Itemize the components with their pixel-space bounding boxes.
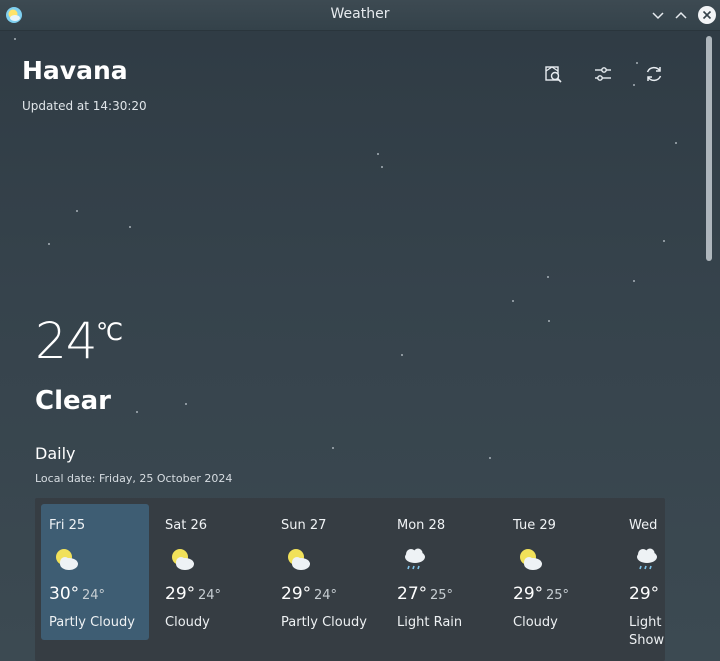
star-decoration — [633, 280, 635, 282]
day-low-temp: 25° — [546, 588, 570, 603]
star-decoration — [377, 153, 379, 155]
star-decoration — [675, 142, 677, 144]
refresh-icon[interactable] — [643, 63, 665, 85]
daily-heading: Daily — [35, 444, 76, 463]
current-temperature: 24 — [35, 312, 98, 370]
star-decoration — [48, 243, 50, 245]
day-low-temp: 25° — [430, 588, 454, 603]
star-decoration — [14, 38, 16, 40]
day-name: Wed — [629, 518, 658, 533]
day-high-temp: 29° — [629, 584, 660, 604]
partly-cloudy-icon — [520, 549, 542, 570]
star-decoration — [547, 276, 549, 278]
day-high-temp: 29° — [281, 584, 312, 604]
day-card-fri[interactable]: Fri 25 30° 24° Partly Cloudy — [41, 504, 149, 640]
local-date: Local date: Friday, 25 October 2024 — [35, 472, 233, 485]
rain-cloud-icon — [405, 548, 425, 570]
window-title: Weather — [330, 6, 390, 22]
day-high-temp: 29° — [513, 584, 544, 604]
day-name: Fri 25 — [49, 518, 86, 533]
partly-cloudy-icon — [172, 549, 194, 570]
day-name: Tue 29 — [513, 518, 556, 533]
maximize-icon[interactable] — [673, 7, 689, 23]
day-card-wed[interactable]: Wed 29° Light Show — [621, 504, 665, 648]
current-condition: Clear — [35, 386, 111, 416]
star-decoration — [663, 240, 665, 242]
star-decoration — [136, 411, 138, 413]
star-decoration — [332, 447, 334, 449]
star-decoration — [548, 320, 550, 322]
day-description: Light Show — [629, 615, 665, 648]
window-titlebar: Weather — [0, 0, 720, 31]
day-low-temp: 24° — [198, 588, 222, 603]
day-name: Mon 28 — [397, 518, 446, 533]
day-low-temp: 24° — [314, 588, 338, 603]
city-name: Havana — [22, 56, 128, 85]
star-decoration — [76, 210, 78, 212]
temperature-unit: ℃ — [96, 318, 123, 346]
day-description: Cloudy — [513, 615, 558, 630]
day-name: Sun 27 — [281, 518, 327, 533]
day-card-tue[interactable]: Tue 29 29° 25° Cloudy — [505, 504, 613, 640]
day-card-sat[interactable]: Sat 26 29° 24° Cloudy — [157, 504, 265, 640]
updated-time: Updated at 14:30:20 — [22, 99, 147, 113]
partly-cloudy-icon — [56, 549, 78, 570]
day-high-temp: 30° — [49, 584, 80, 604]
day-card-sun[interactable]: Sun 27 29° 24° Partly Cloudy — [273, 504, 381, 640]
day-high-temp: 27° — [397, 584, 428, 604]
star-decoration — [381, 166, 383, 168]
day-description: Cloudy — [165, 615, 210, 630]
star-decoration — [636, 62, 638, 64]
scrollbar[interactable] — [706, 36, 712, 261]
star-decoration — [512, 300, 514, 302]
day-description: Light Rain — [397, 615, 463, 630]
star-decoration — [129, 226, 131, 228]
close-icon[interactable] — [697, 5, 717, 25]
minimize-icon[interactable] — [650, 7, 666, 23]
star-decoration — [185, 403, 187, 405]
partly-cloudy-icon — [288, 549, 310, 570]
day-name: Sat 26 — [165, 518, 207, 533]
day-high-temp: 29° — [165, 584, 196, 604]
search-location-icon[interactable] — [543, 63, 565, 85]
star-decoration — [633, 84, 635, 86]
settings-sliders-icon[interactable] — [592, 63, 614, 85]
rain-cloud-icon — [637, 548, 657, 570]
day-low-temp: 24° — [82, 588, 106, 603]
star-decoration — [489, 457, 491, 459]
day-card-mon[interactable]: Mon 28 27° 25° Light Rain — [389, 504, 497, 640]
day-description: Partly Cloudy — [49, 615, 135, 630]
star-decoration — [401, 354, 403, 356]
day-description: Partly Cloudy — [281, 615, 367, 630]
daily-forecast-list: Fri 25 30° 24° Partly Cloudy Sat 26 29° … — [35, 498, 665, 661]
